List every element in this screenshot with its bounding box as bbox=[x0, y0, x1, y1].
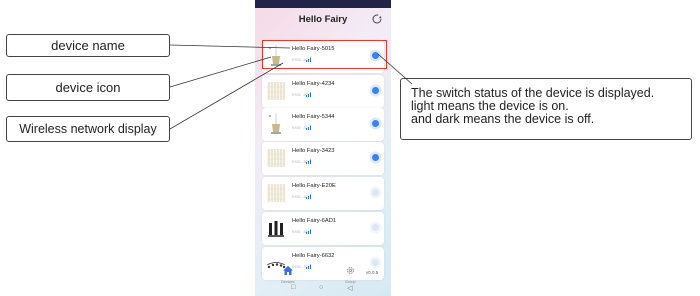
app-version: v0.0.5 bbox=[366, 270, 379, 275]
callout-wireless: Wireless network display bbox=[6, 116, 170, 142]
callout-wireless-text: Wireless network display bbox=[19, 122, 157, 136]
wifi-signal-icon bbox=[306, 92, 312, 98]
power-toggle[interactable] bbox=[372, 120, 379, 127]
nav-devices[interactable]: Devices bbox=[281, 262, 295, 284]
callout-switch-status: The switch status of the device is displ… bbox=[400, 78, 692, 140]
callout-device-icon: device icon bbox=[6, 74, 170, 101]
power-toggle[interactable] bbox=[372, 87, 379, 94]
callout-device-icon-text: device icon bbox=[55, 80, 121, 95]
device-card[interactable]: Hello Fairy-6AD1 RSSI: -66 bbox=[262, 212, 384, 245]
device-name: Hello Fairy-E20E bbox=[292, 183, 336, 189]
device-name: Hello Fairy-6AD1 bbox=[292, 218, 337, 224]
bottom-navigation: Devices Group v0.0.5 bbox=[255, 260, 391, 284]
curtain-lights-icon bbox=[266, 146, 286, 170]
light-string-icon bbox=[266, 112, 286, 136]
wifi-signal-icon bbox=[306, 125, 312, 131]
device-card[interactable]: Hello Fairy-E20E RSSI: -61 bbox=[262, 177, 384, 210]
gear-icon bbox=[346, 267, 354, 274]
refresh-icon[interactable] bbox=[371, 13, 383, 25]
curtain-lights-icon bbox=[266, 181, 286, 205]
power-toggle[interactable] bbox=[372, 154, 379, 161]
system-navigation-bar: □ ○ ◁ bbox=[255, 284, 391, 296]
device-card[interactable]: Hello Fairy-5344 RSSI: -57 bbox=[262, 108, 384, 141]
curtain-lights-icon bbox=[266, 79, 286, 103]
status-bar bbox=[255, 0, 391, 8]
wifi-signal-icon bbox=[306, 229, 312, 235]
nav-group[interactable]: Group bbox=[345, 262, 356, 284]
home-icon bbox=[282, 266, 293, 275]
recents-icon[interactable]: □ bbox=[291, 284, 295, 291]
power-toggle[interactable] bbox=[372, 189, 379, 196]
home-circle-icon[interactable]: ○ bbox=[319, 284, 323, 291]
device-name: Hello Fairy-3423 bbox=[292, 148, 335, 154]
callout-device-name-text: device name bbox=[51, 38, 125, 53]
first-device-highlight bbox=[262, 40, 387, 69]
device-name: Hello Fairy-6632 bbox=[292, 253, 335, 259]
callout-switch-line-3: and dark means the device is off. bbox=[411, 112, 595, 126]
bulbs-icon bbox=[266, 216, 286, 240]
device-card[interactable]: Hello Fairy-3423 RSSI: -60 bbox=[262, 142, 384, 175]
device-card[interactable]: Hello Fairy-4234 RSSI: -50 bbox=[262, 75, 384, 108]
wifi-signal-icon bbox=[306, 159, 312, 165]
wifi-signal-icon bbox=[306, 194, 312, 200]
callout-device-name: device name bbox=[6, 34, 170, 57]
device-name: Hello Fairy-4234 bbox=[292, 81, 335, 87]
power-toggle[interactable] bbox=[372, 224, 379, 231]
device-name: Hello Fairy-5344 bbox=[292, 114, 335, 120]
back-icon[interactable]: ◁ bbox=[347, 284, 352, 292]
